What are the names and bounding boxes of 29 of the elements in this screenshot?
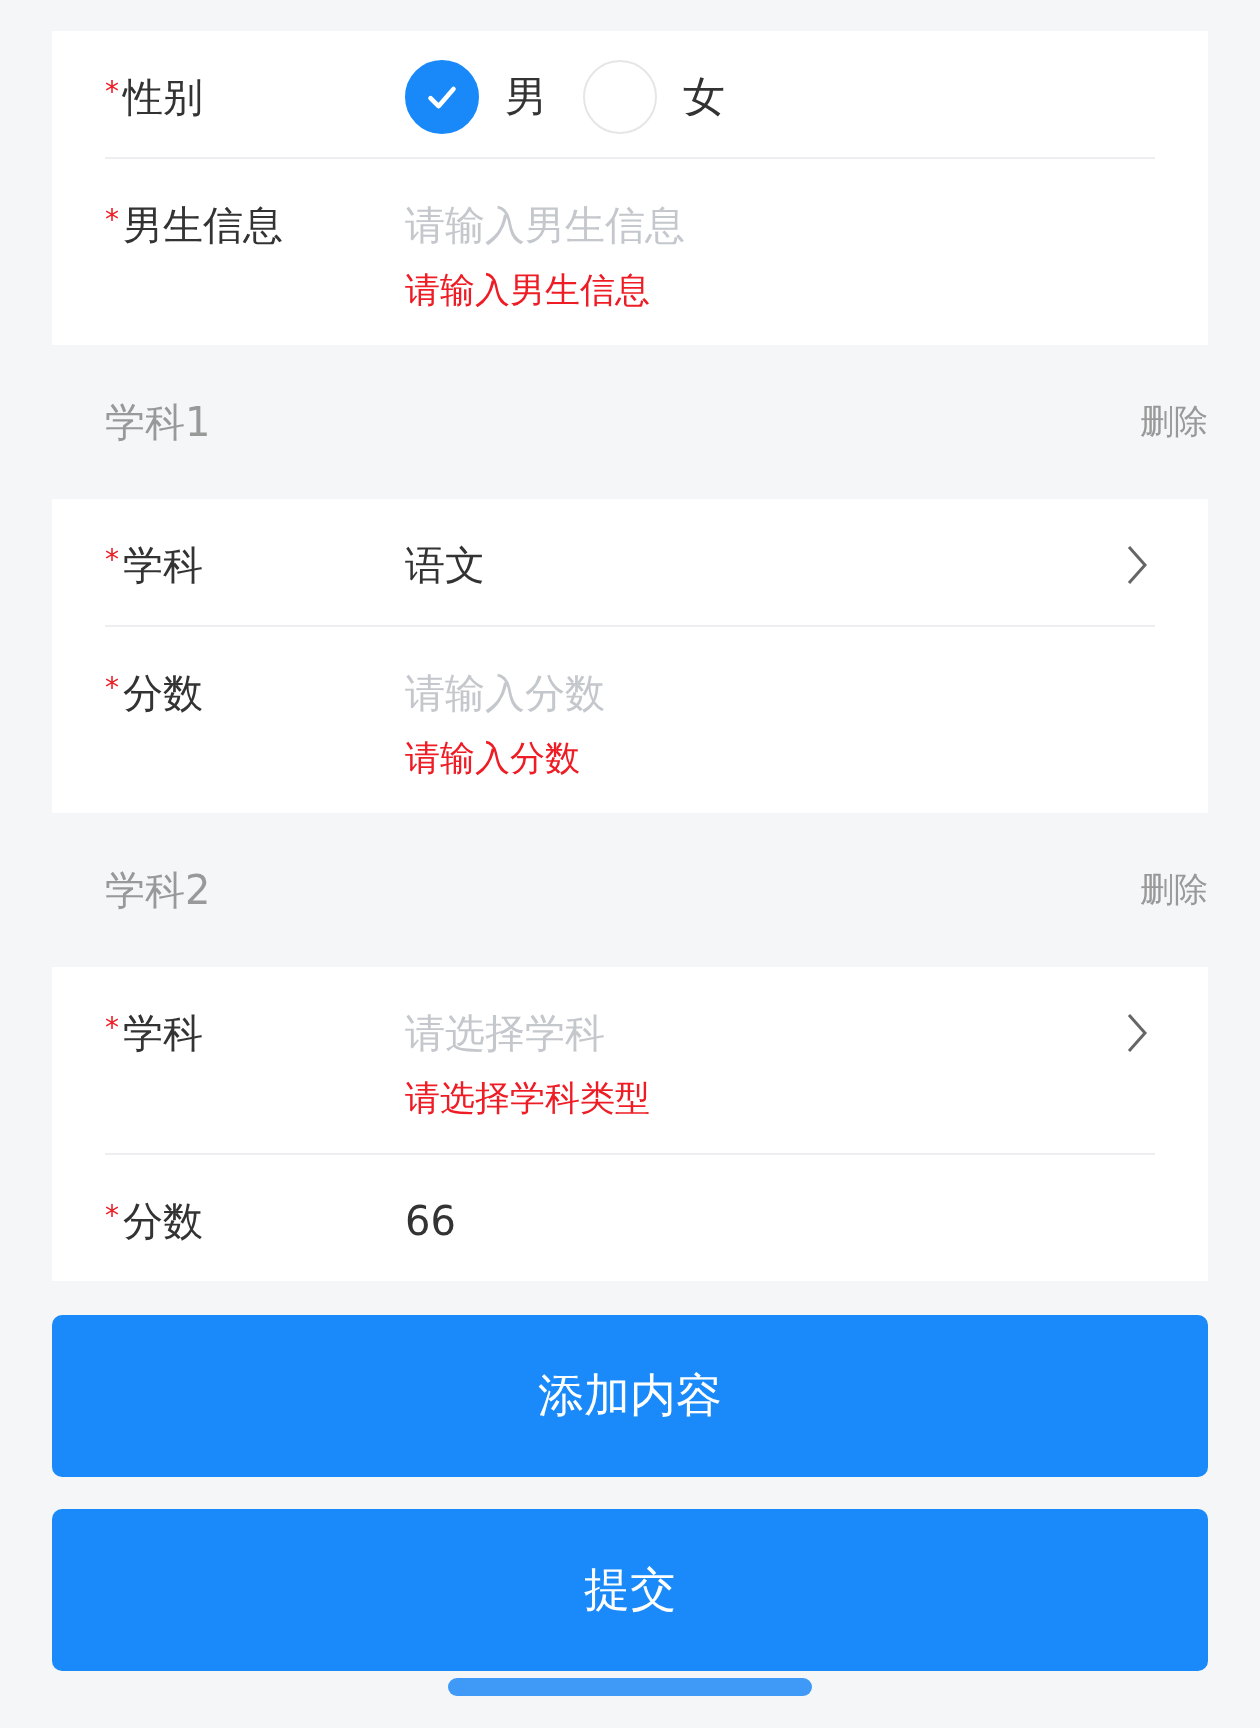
chevron-right-icon[interactable] [1125,1011,1149,1055]
field-label: 学科 [123,1009,203,1058]
delete-link[interactable]: 删除 [1140,399,1208,445]
required-mark: * [105,542,119,578]
required-mark: * [105,1198,119,1234]
field-label: 分数 [123,1197,203,1246]
group-title: 学科1 [105,397,211,447]
input-field[interactable]: 请输入男生信息 [405,195,1155,255]
error-message: 请选择学科类型 [405,1077,650,1120]
required-mark: * [105,202,119,238]
select-field[interactable]: 语文 [405,535,485,595]
chevron-right-icon[interactable] [1125,543,1149,587]
error-message: 请输入男生信息 [405,269,650,312]
radio-label[interactable]: 男 [505,69,547,125]
required-mark: * [105,74,119,110]
required-mark: * [105,670,119,706]
primary-button[interactable]: 提交 [52,1509,1208,1671]
field-label: 学科 [123,541,203,590]
input-field[interactable]: 66 [405,1191,1155,1251]
error-message: 请输入分数 [405,737,580,780]
primary-button[interactable]: 添加内容 [52,1315,1208,1477]
field-label: 性别 [123,73,203,122]
required-mark: * [105,1010,119,1046]
radio-label[interactable]: 女 [683,69,725,125]
group-title: 学科2 [105,865,211,915]
delete-link[interactable]: 删除 [1140,867,1208,913]
field-label: 男生信息 [123,201,283,250]
input-field[interactable]: 请输入分数 [405,663,1155,723]
field-label: 分数 [123,669,203,718]
